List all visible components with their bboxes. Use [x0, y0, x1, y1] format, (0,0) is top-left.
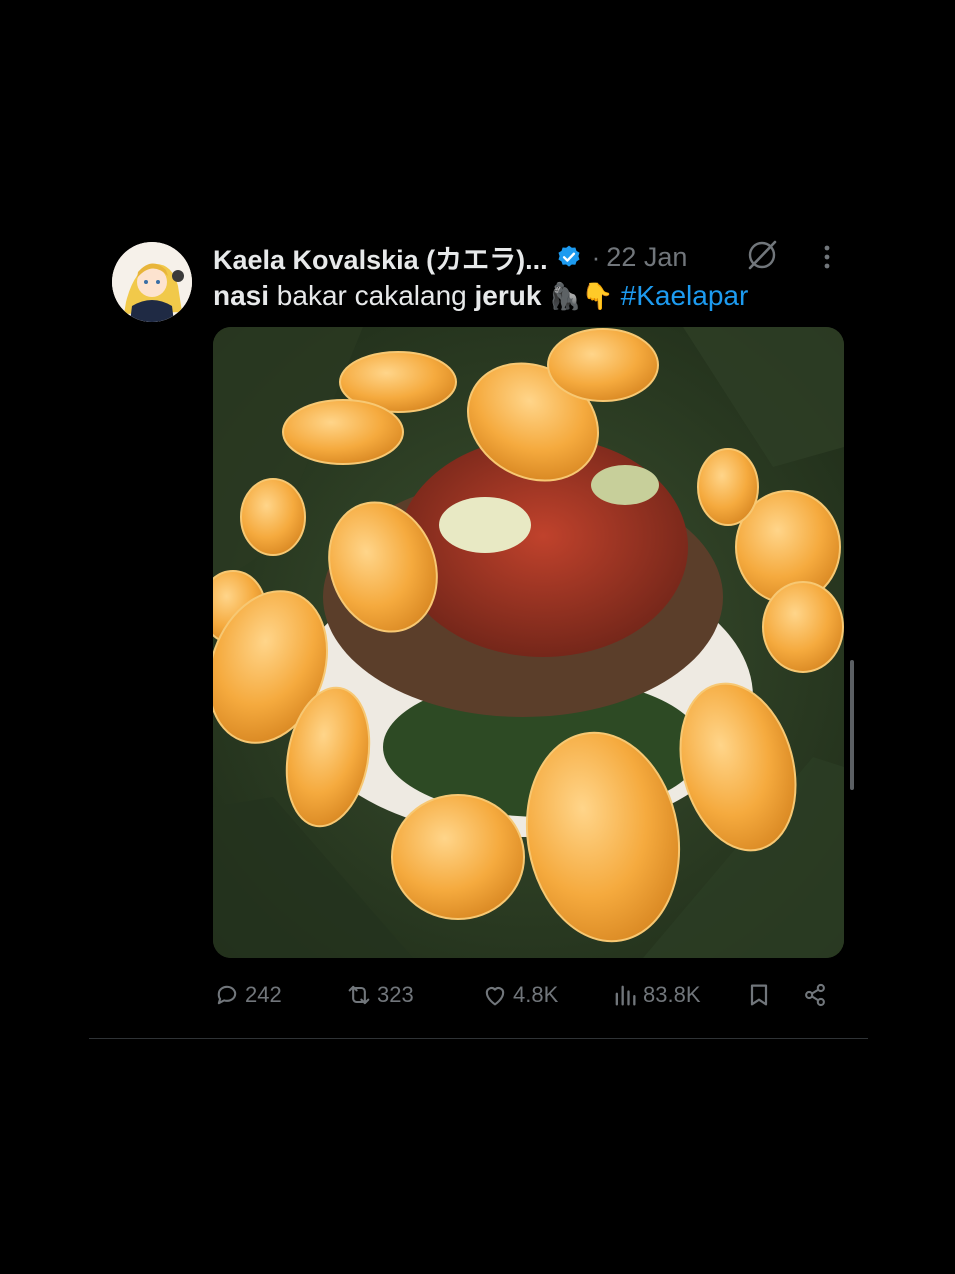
avatar-image	[112, 242, 192, 322]
tweet-action-bar: 242 323 4.8K 83.8K	[213, 976, 843, 1014]
repost-button[interactable]: 323	[345, 976, 414, 1014]
text-bold-nasi: nasi	[213, 280, 270, 311]
tweet-header: Kaela Kovalskia (カエラ)... · 22 Jan	[213, 237, 687, 277]
hashtag-link[interactable]: #Kaelapar	[621, 280, 749, 311]
tweet-text: nasi bakar cakalang jeruk 🦍👇 #Kaelapar	[213, 277, 748, 315]
separator-dot: ·	[591, 241, 601, 272]
avatar[interactable]	[112, 242, 192, 322]
scrollbar[interactable]	[850, 660, 854, 790]
reply-count: 242	[245, 982, 282, 1007]
text-bold-jeruk: jeruk	[474, 280, 542, 311]
reply-button[interactable]: 242	[213, 976, 282, 1014]
author-name[interactable]: Kaela Kovalskia (カエラ)...	[213, 238, 548, 277]
views-button[interactable]: 83.8K	[611, 976, 701, 1014]
like-icon	[485, 987, 505, 1006]
tweet-photo[interactable]	[213, 327, 844, 958]
bookmark-button[interactable]	[745, 976, 773, 1014]
bookmark-icon	[750, 984, 768, 1006]
tweet-date[interactable]: 22 Jan	[606, 242, 687, 273]
views-count: 83.8K	[643, 982, 701, 1007]
like-button[interactable]: 4.8K	[481, 976, 558, 1014]
share-icon	[805, 983, 825, 1007]
like-count: 4.8K	[513, 982, 559, 1007]
verified-badge-icon[interactable]	[556, 244, 582, 270]
repost-count: 323	[377, 982, 414, 1007]
grok-icon[interactable]	[745, 238, 779, 272]
more-icon[interactable]	[812, 240, 842, 274]
text-plain: bakar cakalang	[269, 280, 475, 311]
views-icon	[615, 985, 636, 1006]
reply-icon	[217, 985, 237, 1005]
repost-icon	[348, 985, 370, 1005]
tweet-divider	[89, 1038, 868, 1039]
text-emojis: 🦍👇	[541, 281, 621, 311]
photo-nasi-bakar	[213, 327, 844, 958]
share-button[interactable]	[801, 976, 829, 1014]
